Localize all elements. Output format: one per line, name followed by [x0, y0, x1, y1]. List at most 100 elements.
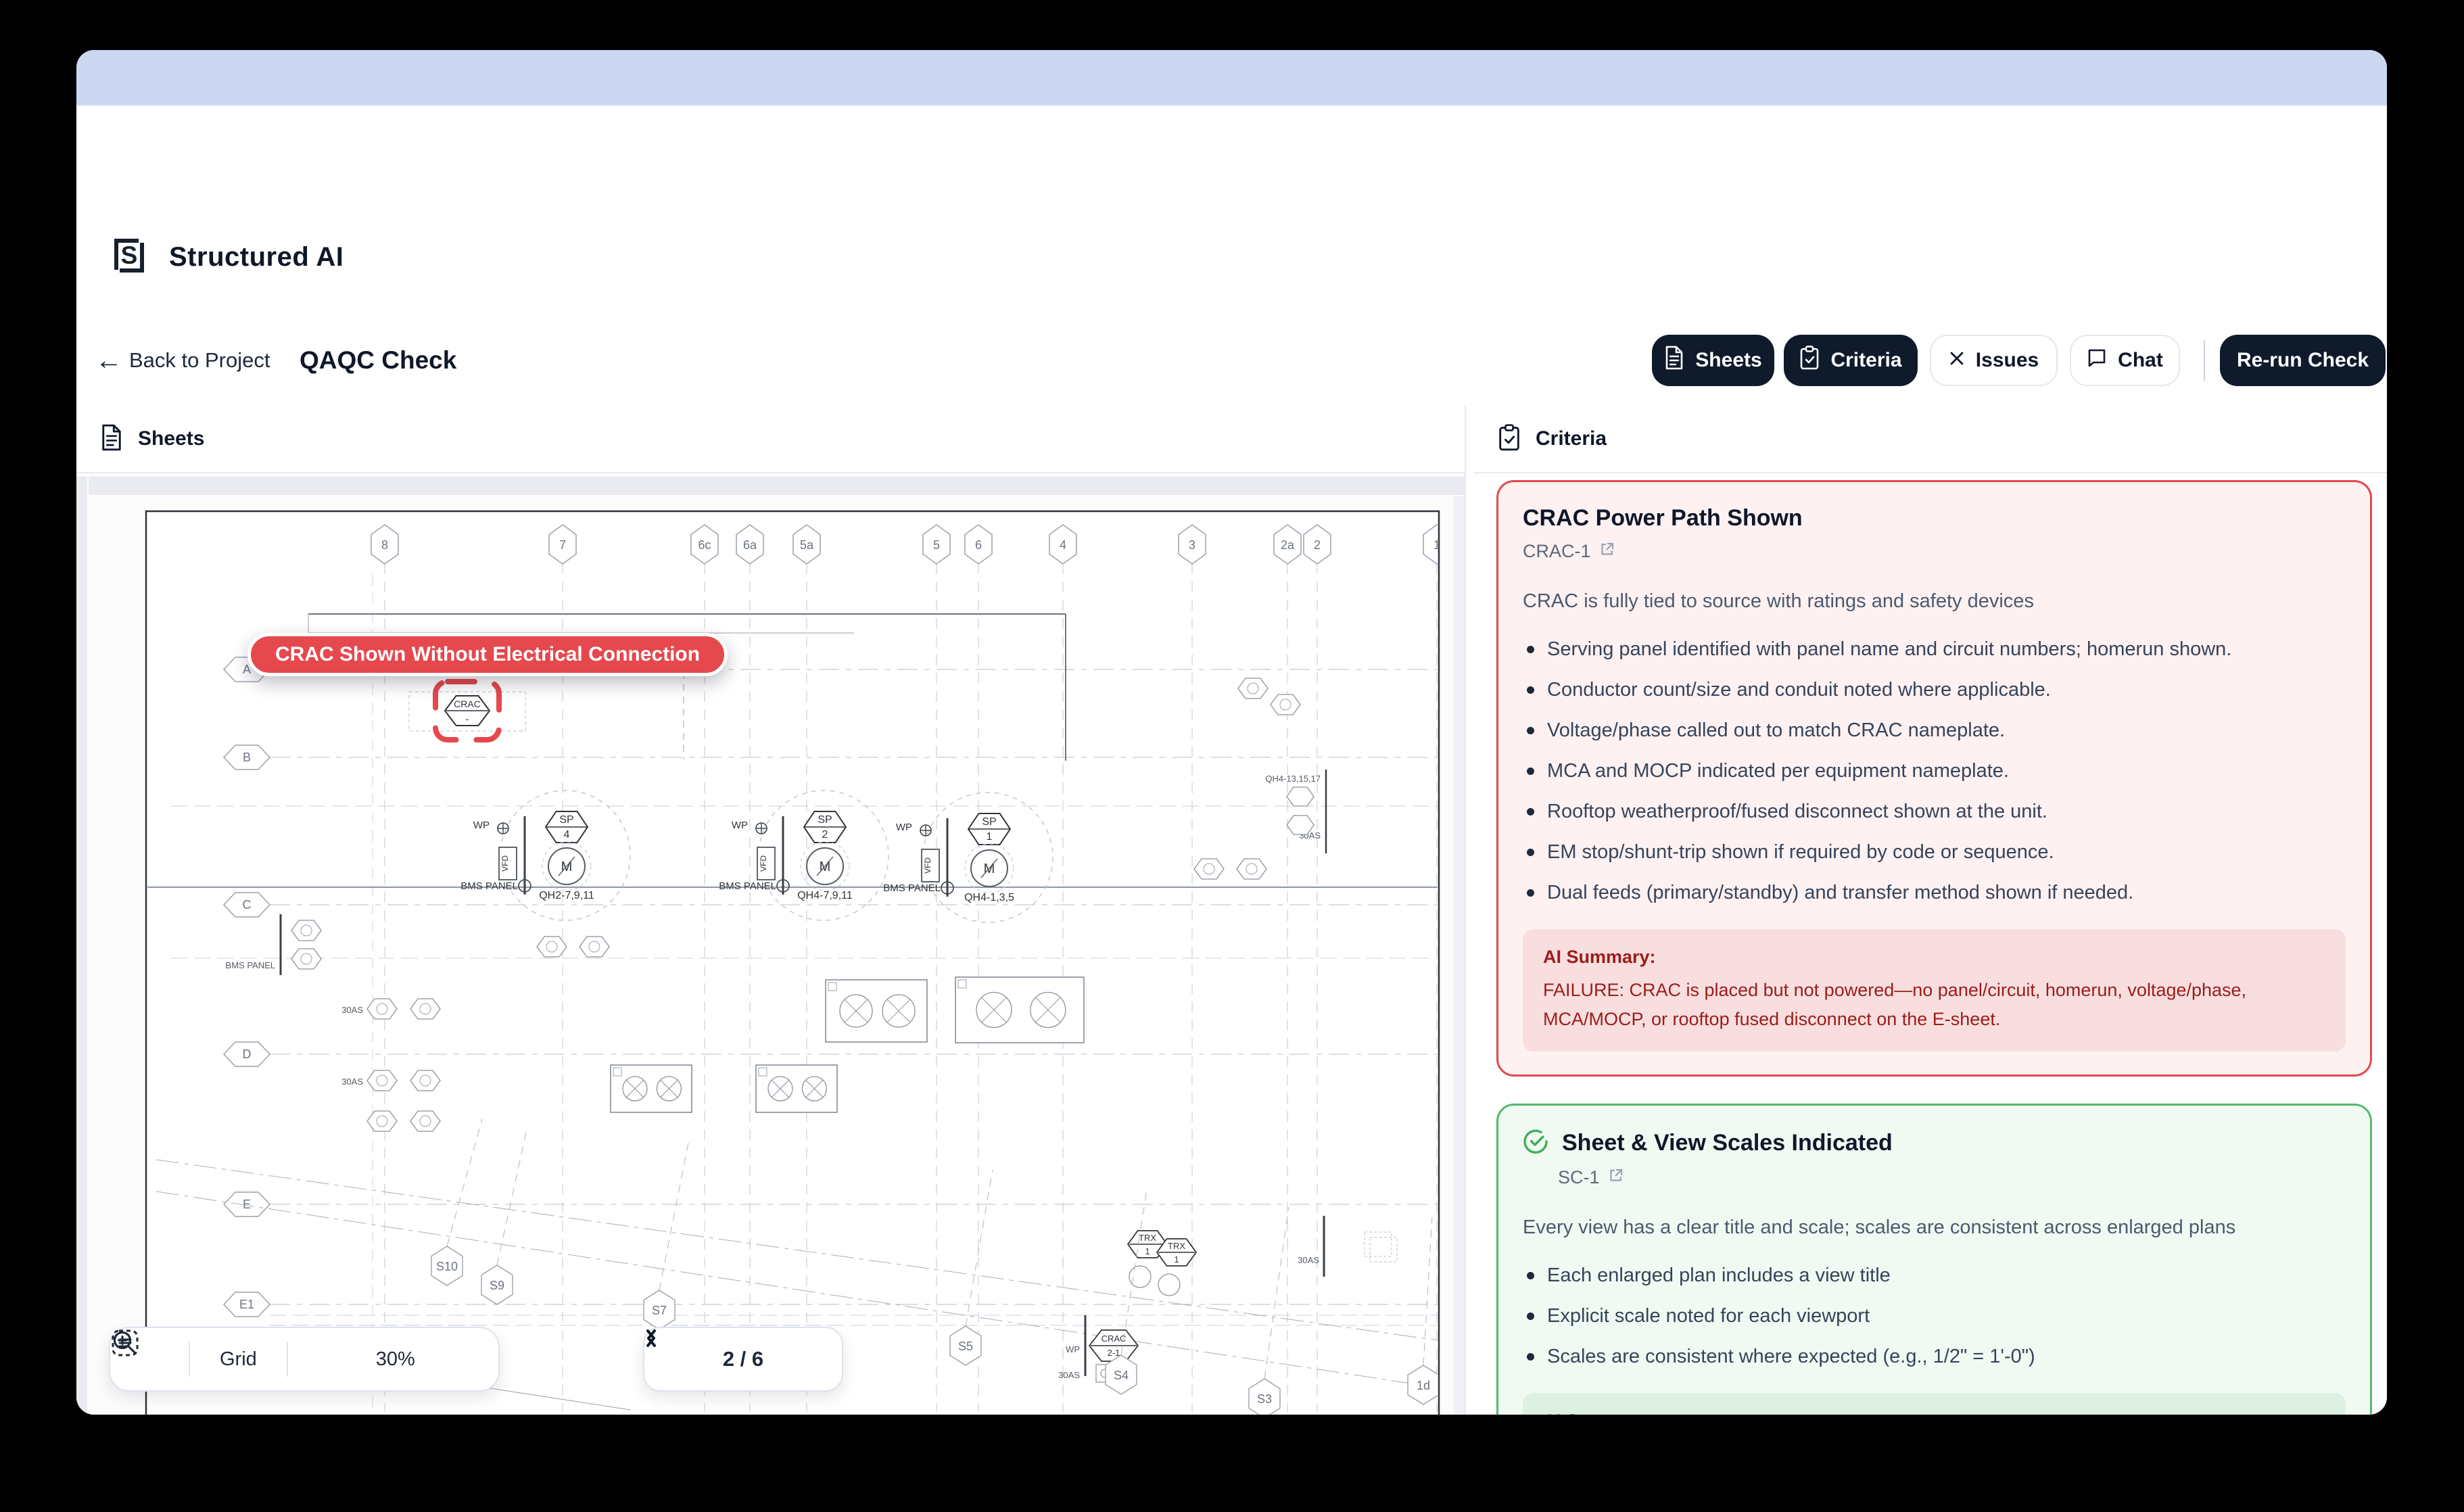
svg-text:VFD: VFD: [759, 855, 768, 872]
sheets-button[interactable]: Sheets: [1652, 335, 1774, 386]
svg-text:C: C: [243, 898, 252, 912]
chat-bubble-icon: [2087, 348, 2107, 373]
svg-text:QH2-7,9,11: QH2-7,9,11: [539, 890, 594, 901]
sheets-panel: Sheets 876c6a5a56432a21ABCDEE1WPVFDBMS P…: [76, 406, 1466, 1415]
svg-text:30AS: 30AS: [1058, 1370, 1080, 1380]
svg-text:SP: SP: [982, 816, 996, 828]
svg-text:SP: SP: [559, 814, 573, 826]
chat-button[interactable]: Chat: [2070, 335, 2180, 386]
svg-text:8: 8: [381, 538, 388, 552]
svg-text:WP: WP: [1066, 1344, 1080, 1354]
criteria-card-pass[interactable]: Sheet & View Scales Indicated SC-1 Every…: [1496, 1104, 2372, 1415]
svg-text:S10: S10: [436, 1260, 458, 1273]
page-title: QAQC Check: [300, 335, 456, 386]
sheet-canvas[interactable]: 876c6a5a56432a21ABCDEE1WPVFDBMS PANELSP4…: [76, 473, 1465, 1415]
criteria-button[interactable]: Criteria: [1784, 335, 1918, 386]
criteria-bullet-item: MCA and MOCP indicated per equipment nam…: [1523, 757, 2346, 784]
external-link-icon[interactable]: [1608, 1167, 1624, 1188]
criteria-card-list[interactable]: CRAC Power Path Shown CRAC-1 CRAC is ful…: [1474, 473, 2387, 1415]
svg-text:SP: SP: [818, 814, 832, 826]
issue-annotation-badge[interactable]: CRAC Shown Without Electrical Connection: [247, 633, 728, 676]
criteria-panel-title: Criteria: [1536, 427, 1607, 450]
ai-summary-label: AI Summary:: [1543, 1411, 2325, 1415]
screen-background: S Structured AI ← Back to Project QAQC C…: [0, 0, 2464, 1512]
svg-text:1: 1: [1145, 1246, 1150, 1256]
back-to-project-link[interactable]: Back to Project: [129, 335, 270, 386]
chat-button-label: Chat: [2118, 349, 2163, 372]
sheet-page-indicator: 2 / 6: [723, 1347, 763, 1371]
clipboard-check-icon: [1799, 346, 1820, 375]
criteria-description: CRAC is fully tied to source with rating…: [1523, 588, 2346, 615]
svg-text:2-1: 2-1: [1108, 1348, 1120, 1358]
criteria-panel-header: Criteria: [1474, 406, 2387, 473]
grid-toggle[interactable]: Grid: [220, 1348, 257, 1371]
criteria-bullet-item: Dual feeds (primary/standby) and transfe…: [1523, 879, 2346, 906]
sheets-panel-title: Sheets: [138, 427, 204, 450]
svg-text:5a: 5a: [800, 538, 814, 552]
criteria-bullet-item: Explicit scale noted for each viewport: [1523, 1302, 2346, 1329]
svg-text:QH4-13,15,17: QH4-13,15,17: [1265, 774, 1321, 784]
svg-text:BMS PANEL: BMS PANEL: [460, 880, 518, 892]
svg-text:BMS PANEL: BMS PANEL: [226, 960, 275, 970]
next-sheet-icon[interactable]: [792, 1340, 822, 1378]
svg-text:1: 1: [987, 831, 993, 843]
brand: S Structured AI: [108, 234, 343, 280]
svg-text:TRX: TRX: [1168, 1241, 1185, 1251]
ai-summary-box: AI Summary: FAILURE: CRAC is placed but …: [1523, 929, 2346, 1052]
criteria-bullets: Each enlarged plan includes a view title…: [1523, 1262, 2346, 1370]
ai-summary-text: FAILURE: CRAC is placed but not powered—…: [1543, 976, 2325, 1034]
zoom-level[interactable]: 30%: [376, 1348, 415, 1371]
toolbar-divider: [287, 1342, 288, 1377]
rerun-check-button[interactable]: Re-run Check: [2220, 335, 2386, 386]
browser-chrome-bar: [76, 50, 2387, 105]
svg-text:S5: S5: [958, 1340, 973, 1353]
criteria-bullet-item: Conductor count/size and conduit noted w…: [1523, 676, 2346, 703]
svg-text:30AS: 30AS: [1298, 1255, 1319, 1265]
svg-text:-: -: [466, 713, 469, 724]
back-arrow-icon[interactable]: ←: [94, 335, 124, 386]
svg-text:1d: 1d: [1417, 1379, 1430, 1392]
criteria-ref-label: SC-1: [1558, 1167, 1600, 1188]
svg-text:VFD: VFD: [923, 857, 932, 874]
svg-text:B: B: [243, 751, 251, 764]
sheet-drawing: 876c6a5a56432a21ABCDEE1WPVFDBMS PANELSP4…: [76, 473, 1465, 1415]
sheets-button-label: Sheets: [1695, 349, 1761, 372]
previous-sheet-icon[interactable]: [665, 1340, 694, 1378]
zoom-in-icon[interactable]: [450, 1344, 481, 1375]
ai-summary-label: AI Summary:: [1543, 947, 2325, 968]
brand-logo-icon: S: [108, 235, 150, 280]
criteria-bullet-item: Voltage/phase called out to match CRAC n…: [1523, 717, 2346, 744]
svg-text:30AS: 30AS: [341, 1077, 363, 1087]
check-circle-icon: [1523, 1129, 1548, 1158]
brand-name: Structured AI: [169, 242, 343, 273]
criteria-bullets: Serving panel identified with panel name…: [1523, 636, 2346, 906]
zoom-out-icon[interactable]: [310, 1344, 341, 1375]
svg-text:E1: E1: [239, 1298, 254, 1311]
svg-text:2: 2: [1314, 538, 1321, 552]
svg-text:S: S: [121, 241, 138, 269]
svg-text:6a: 6a: [743, 538, 757, 552]
external-link-icon[interactable]: [1599, 541, 1615, 562]
svg-text:30AS: 30AS: [341, 1005, 363, 1015]
svg-text:CRAC: CRAC: [1101, 1333, 1127, 1344]
ai-summary-box: AI Summary: PASS: All enlarged plans sho…: [1523, 1393, 2346, 1415]
sheets-panel-header: Sheets: [76, 406, 1465, 473]
svg-text:BMS PANEL: BMS PANEL: [883, 882, 941, 894]
toolbar-divider: [189, 1342, 190, 1377]
svg-text:WP: WP: [473, 820, 490, 831]
criteria-button-label: Criteria: [1830, 349, 1901, 372]
svg-text:QH4-1,3,5: QH4-1,3,5: [964, 892, 1014, 903]
svg-text:WP: WP: [896, 822, 912, 833]
svg-text:5: 5: [933, 538, 940, 552]
criteria-bullet-item: Scales are consistent where expected (e.…: [1523, 1343, 2346, 1370]
svg-text:QH4-7,9,11: QH4-7,9,11: [797, 890, 853, 901]
criteria-card-fail[interactable]: CRAC Power Path Shown CRAC-1 CRAC is ful…: [1496, 480, 2372, 1077]
svg-text:3: 3: [1189, 538, 1195, 552]
svg-text:4: 4: [1060, 538, 1066, 552]
nav-bar: ← Back to Project QAQC Check Sheets Crit…: [76, 335, 2387, 386]
clipboard-check-icon: [1498, 424, 1521, 454]
issues-button[interactable]: Issues: [1930, 335, 2058, 386]
svg-text:7: 7: [559, 538, 566, 552]
sheet-pager: 2 / 6: [643, 1327, 843, 1392]
svg-text:1: 1: [1174, 1254, 1179, 1265]
